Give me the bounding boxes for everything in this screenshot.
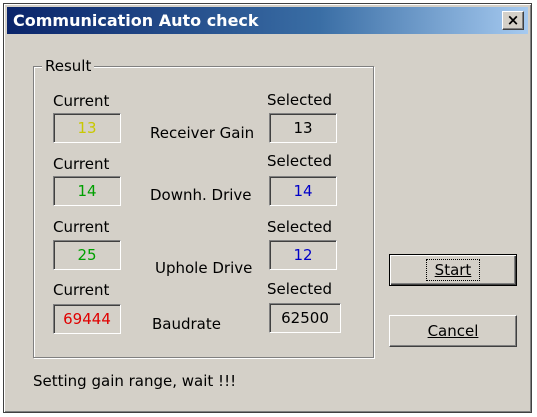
selected-label-2: Selected xyxy=(267,152,333,170)
status-text: Setting gain range, wait !!! xyxy=(33,372,237,390)
uphole-drive-selected: 12 xyxy=(269,240,337,270)
uphole-drive-current: 25 xyxy=(53,240,121,270)
current-label-1: Current xyxy=(53,92,110,110)
result-group-label: Result xyxy=(42,57,95,75)
start-button-label: Start xyxy=(434,261,472,279)
selected-label-4: Selected xyxy=(267,280,333,298)
current-label-3: Current xyxy=(53,218,110,236)
title-bar[interactable]: Communication Auto check × xyxy=(7,7,528,34)
uphole-drive-label: Uphole Drive xyxy=(155,259,253,277)
downh-drive-selected: 14 xyxy=(269,176,337,206)
receiver-gain-current: 13 xyxy=(53,113,121,143)
start-button[interactable]: Start xyxy=(389,254,517,286)
downh-drive-current: 14 xyxy=(53,176,121,206)
cancel-button[interactable]: Cancel xyxy=(389,315,517,347)
baudrate-selected: 62500 xyxy=(269,303,341,333)
downh-drive-label: Downh. Drive xyxy=(150,186,252,204)
current-label-2: Current xyxy=(53,155,110,173)
window-title: Communication Auto check xyxy=(13,11,259,30)
baudrate-current: 69444 xyxy=(53,304,121,334)
selected-label-3: Selected xyxy=(267,218,333,236)
close-icon: × xyxy=(506,11,520,29)
selected-label-1: Selected xyxy=(267,91,333,109)
receiver-gain-selected: 13 xyxy=(269,113,337,143)
cancel-button-label: Cancel xyxy=(427,322,479,340)
receiver-gain-label: Receiver Gain xyxy=(150,124,255,142)
baudrate-label: Baudrate xyxy=(152,315,221,333)
close-button[interactable]: × xyxy=(502,11,524,30)
current-label-4: Current xyxy=(53,281,110,299)
